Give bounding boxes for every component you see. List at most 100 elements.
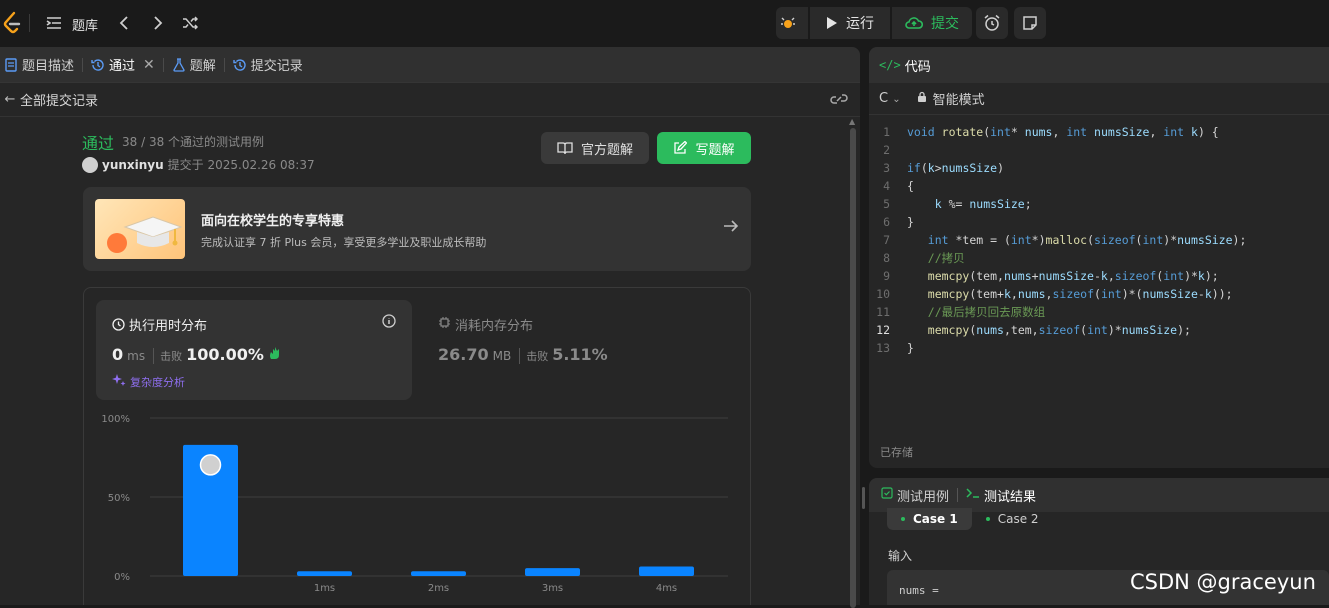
memory-card[interactable]: 消耗内存分布 26.70 MB 击败 5.11% bbox=[428, 300, 744, 400]
code-line[interactable]: 6} bbox=[869, 213, 1329, 231]
debug-button[interactable] bbox=[776, 7, 808, 39]
histogram-bar bbox=[297, 571, 352, 576]
left-scrollbar[interactable] bbox=[850, 128, 856, 608]
timer-button[interactable] bbox=[976, 7, 1008, 39]
submit-time: 提交于 2025.02.26 08:37 bbox=[167, 158, 315, 172]
code-text: if(k>numsSize) bbox=[907, 161, 1004, 175]
test-panel-header: 测试用例 测试结果 bbox=[869, 478, 1329, 512]
tab-test-results[interactable]: 测试结果 bbox=[966, 486, 1036, 505]
code-line[interactable]: 4{ bbox=[869, 177, 1329, 195]
code-line[interactable]: 3 if(k>numsSize) bbox=[869, 159, 1329, 177]
memory-beat-pct: 5.11% bbox=[552, 345, 608, 364]
problem-bank-title[interactable]: 题库 bbox=[72, 15, 98, 34]
y-tick-label: 0% bbox=[114, 572, 130, 583]
x-tick-label: 4ms bbox=[656, 583, 677, 594]
code-line[interactable]: 8 //拷贝 bbox=[869, 249, 1329, 267]
submit-button[interactable]: 提交 bbox=[892, 7, 972, 39]
line-number: 2 bbox=[883, 143, 890, 157]
tab-submissions-label: 提交记录 bbox=[250, 59, 303, 74]
run-button[interactable]: 运行 bbox=[810, 7, 890, 39]
line-number: 7 bbox=[883, 233, 890, 247]
runtime-distribution-chart: 100% 50% 0% 1ms 2ms 3ms 4ms bbox=[94, 408, 734, 605]
tab-description-label: 题目描述 bbox=[22, 59, 75, 74]
student-promo-banner[interactable]: 面向在校学生的专享特惠 完成认证享 7 折 Plus 会员，享受更多学业及职业成… bbox=[83, 187, 751, 271]
line-number: 1 bbox=[883, 125, 890, 139]
language-select[interactable]: C ⌄ bbox=[879, 91, 901, 106]
close-tab-icon[interactable]: ✕ bbox=[143, 57, 155, 73]
prev-problem-icon[interactable] bbox=[114, 13, 134, 33]
arrow-right-icon[interactable] bbox=[723, 219, 739, 237]
left-panel: 题目描述 通过 ✕ 题解 提交记录 ← 全部提交记录 通过 38 / 38 个通… bbox=[0, 47, 860, 605]
cloud-upload-icon bbox=[905, 17, 923, 29]
runtime-title: 执行用时分布 bbox=[129, 319, 208, 334]
code-editor[interactable]: 1 void rotate(int* nums, int numsSize, in… bbox=[869, 123, 1329, 357]
tab-description[interactable]: 题目描述 bbox=[0, 47, 82, 83]
smart-mode-toggle[interactable]: 智能模式 bbox=[933, 89, 985, 108]
memory-beat-label: 击败 bbox=[519, 348, 548, 364]
fire-hand-icon bbox=[268, 346, 282, 364]
code-line[interactable]: 7 int *tem = (int*)malloc(sizeof(int)*nu… bbox=[869, 231, 1329, 249]
code-line[interactable]: 1 void rotate(int* nums, int numsSize, in… bbox=[869, 123, 1329, 141]
code-text: k %= numsSize; bbox=[934, 197, 1032, 211]
case-1-label: Case 1 bbox=[913, 512, 958, 526]
code-line[interactable]: 13} bbox=[869, 339, 1329, 357]
case-2-tab[interactable]: Case 2 bbox=[972, 508, 1053, 530]
x-tick-label: 1ms bbox=[314, 583, 335, 594]
document-icon bbox=[4, 57, 18, 72]
panel-resize-handle[interactable] bbox=[862, 487, 865, 509]
back-arrow-icon[interactable]: ← bbox=[0, 92, 20, 107]
runtime-beat-label: 击败 bbox=[153, 348, 182, 364]
code-line[interactable]: 5 k %= numsSize; bbox=[869, 195, 1329, 213]
next-problem-icon[interactable] bbox=[148, 13, 168, 33]
submission-subbar: ← 全部提交记录 bbox=[0, 83, 860, 117]
code-panel-header: </> 代码 bbox=[869, 47, 1329, 83]
line-number: 13 bbox=[876, 341, 890, 355]
notes-button[interactable] bbox=[1014, 7, 1046, 39]
language-value: C bbox=[879, 91, 889, 106]
line-number: 3 bbox=[883, 161, 890, 175]
info-icon[interactable] bbox=[382, 314, 396, 332]
all-submissions-link[interactable]: 全部提交记录 bbox=[20, 90, 98, 109]
runtime-unit: ms bbox=[127, 349, 146, 363]
scroll-up-arrow-icon[interactable]: ▲ bbox=[849, 117, 855, 126]
tab-solutions[interactable]: 题解 bbox=[164, 47, 224, 83]
code-line[interactable]: 11 //最后拷贝回去原数组 bbox=[869, 303, 1329, 321]
submitter-info: yunxinyu 提交于 2025.02.26 08:37 bbox=[82, 156, 315, 173]
case-tabs: Case 1 Case 2 bbox=[887, 508, 1053, 530]
pass-dot bbox=[985, 517, 990, 521]
lock-icon bbox=[917, 91, 927, 107]
histogram-bar bbox=[411, 571, 466, 576]
memory-title-row: 消耗内存分布 bbox=[438, 315, 533, 334]
tab-submissions[interactable]: 提交记录 bbox=[225, 47, 311, 83]
complexity-analysis-link[interactable]: 复杂度分析 bbox=[112, 373, 185, 390]
code-line[interactable]: 12 memcpy(nums,tem,sizeof(int)*numsSize)… bbox=[869, 321, 1329, 339]
terminal-icon bbox=[966, 487, 980, 503]
username[interactable]: yunxinyu bbox=[102, 158, 164, 172]
code-text: memcpy(tem,nums+numsSize-k,sizeof(int)*k… bbox=[927, 269, 1219, 283]
leetcode-logo-icon[interactable] bbox=[2, 11, 22, 35]
avatar[interactable] bbox=[82, 156, 98, 173]
checkbox-icon bbox=[881, 487, 893, 503]
runtime-value: 0 bbox=[112, 345, 124, 364]
official-solution-button[interactable]: 官方题解 bbox=[541, 132, 649, 164]
saved-status: 已存储 bbox=[880, 446, 913, 459]
share-link-icon[interactable] bbox=[830, 92, 848, 110]
code-line[interactable]: 9 memcpy(tem,nums+numsSize-k,sizeof(int)… bbox=[869, 267, 1329, 285]
shuffle-icon[interactable] bbox=[180, 13, 200, 33]
official-solution-label: 官方题解 bbox=[580, 142, 633, 158]
histogram-bar bbox=[525, 568, 580, 576]
problem-list-icon[interactable] bbox=[44, 13, 64, 33]
tab-testcases[interactable]: 测试用例 bbox=[881, 486, 949, 505]
write-solution-button[interactable]: 写题解 bbox=[657, 132, 751, 164]
case-1-tab[interactable]: Case 1 bbox=[887, 508, 972, 530]
bug-icon bbox=[781, 17, 795, 28]
code-line[interactable]: 2 bbox=[869, 141, 1329, 159]
runtime-card[interactable]: 执行用时分布 0 ms 击败 100.00% 复杂度分析 bbox=[96, 300, 412, 400]
chip-icon bbox=[438, 316, 451, 333]
promo-title: 面向在校学生的专享特惠 bbox=[201, 214, 345, 229]
tab-accepted[interactable]: 通过 ✕ bbox=[83, 47, 163, 83]
code-text: memcpy(nums,tem,sizeof(int)*numsSize); bbox=[927, 323, 1191, 337]
line-number: 5 bbox=[883, 197, 890, 211]
code-line[interactable]: 10 memcpy(tem+k,nums,sizeof(int)*(numsSi… bbox=[869, 285, 1329, 303]
memory-value: 26.70 bbox=[438, 345, 489, 364]
